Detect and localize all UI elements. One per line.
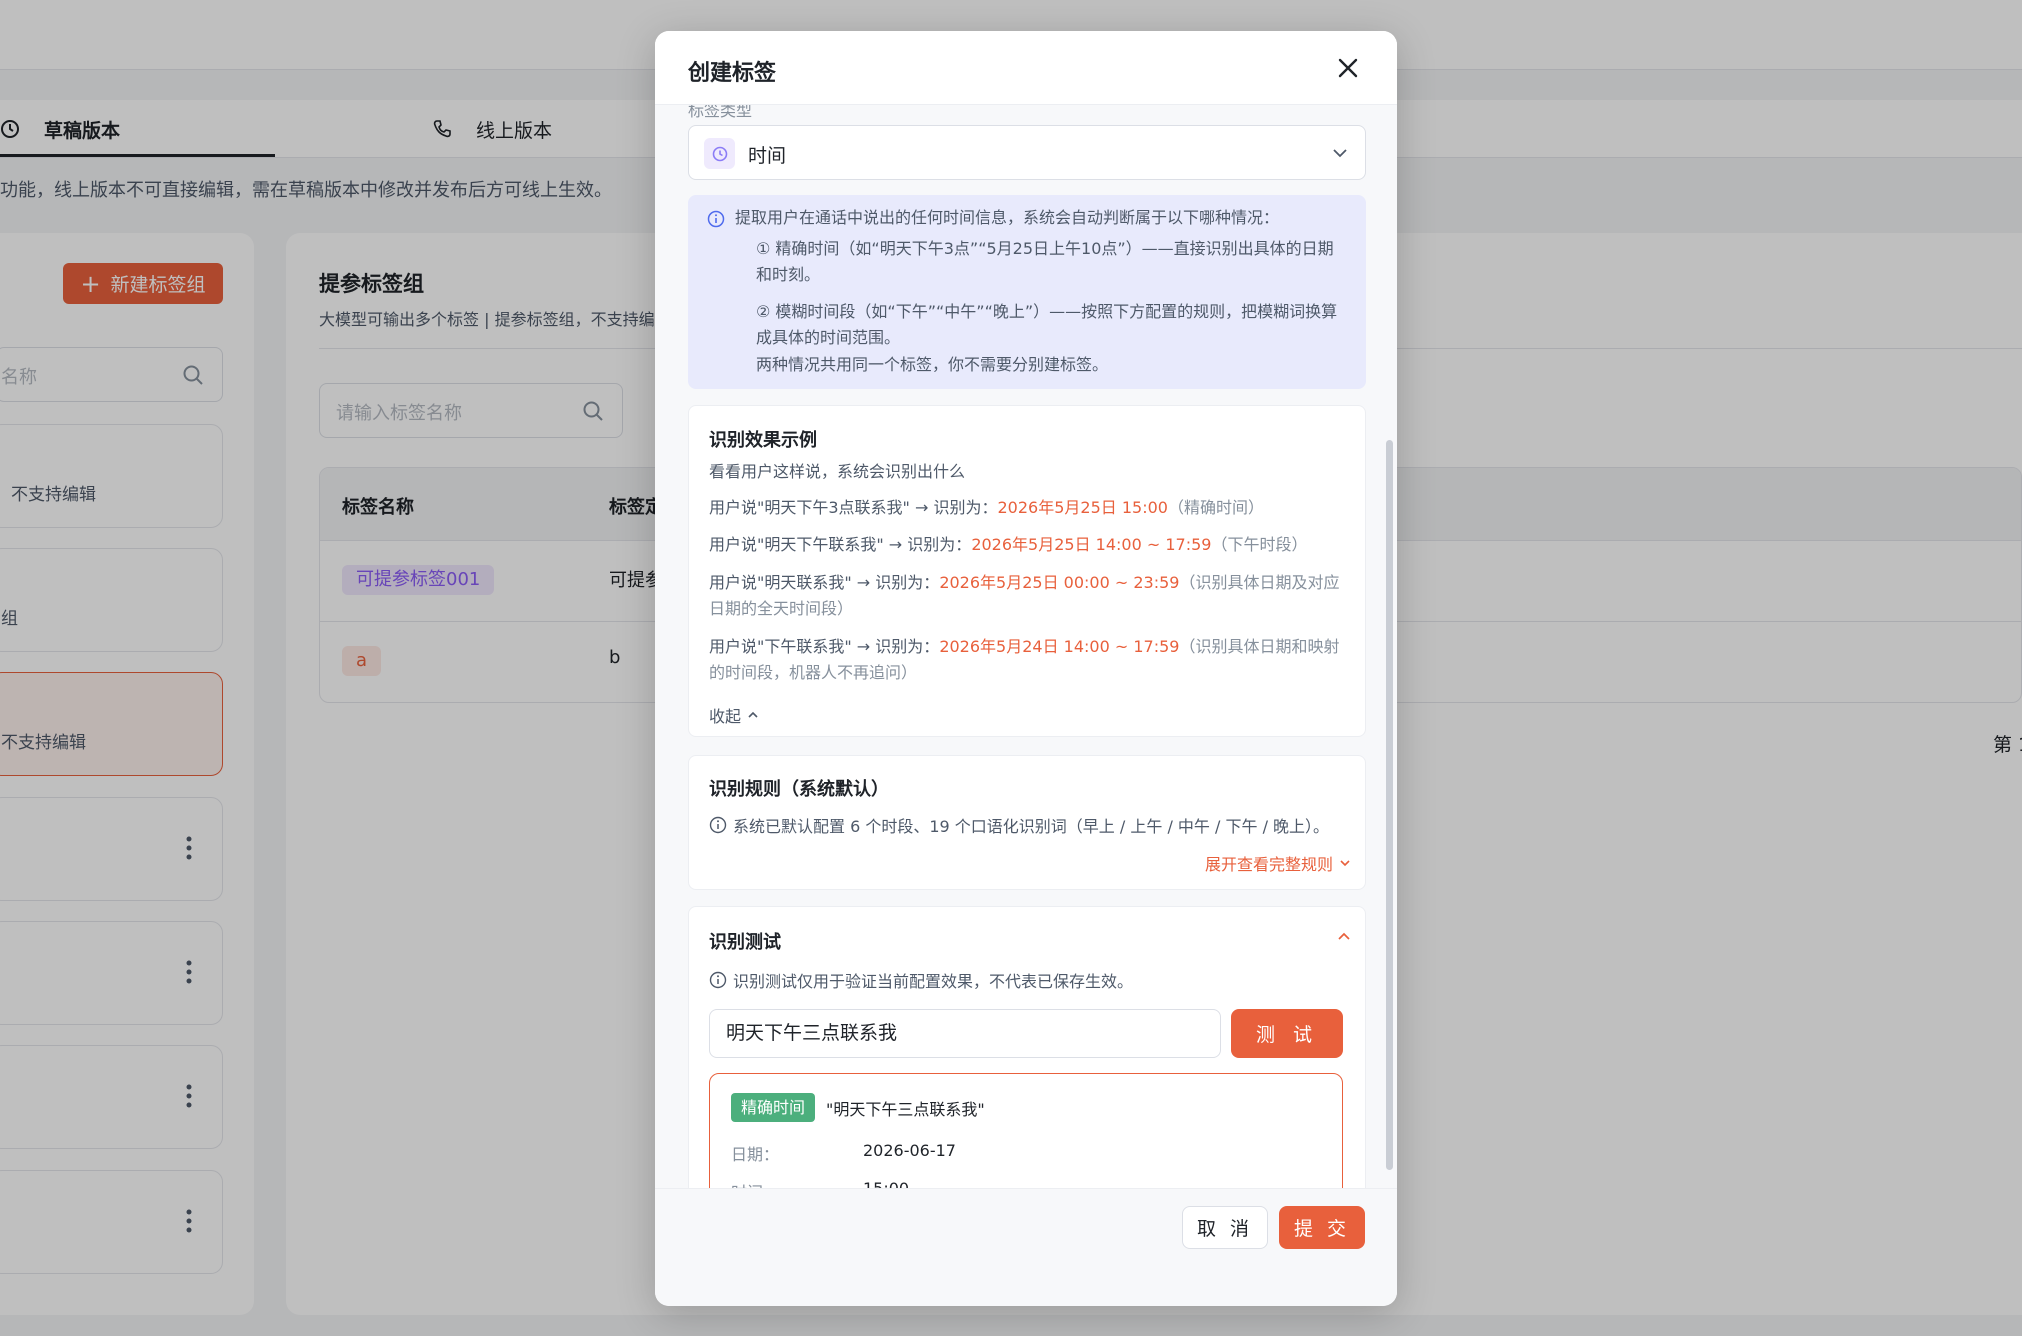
examples-subtitle: 看看用户这样说，系统会识别出什么 [709, 462, 966, 481]
result-type-badge: 精确时间 [731, 1093, 816, 1122]
chevron-up-icon[interactable] [1337, 930, 1351, 944]
example-line: 用户说"明天联系我" → 识别为：2026年5月25日 00:00 ~ 23:5… [709, 573, 1340, 618]
info-box: 提取用户在通话中说出的任何时间信息，系统会自动判断属于以下哪种情况： ① 精确时… [688, 195, 1366, 389]
result-date-value: 2026-06-17 [863, 1141, 956, 1160]
collapse-button[interactable]: 收起 [709, 703, 759, 727]
modal-title: 创建标签 [688, 61, 777, 86]
expand-rules-label: 展开查看完整规则 [1204, 855, 1333, 874]
collapse-label: 收起 [709, 707, 742, 726]
info-line: 两种情况共用同一个标签，你不需要分别建标签。 [756, 355, 1109, 374]
examples-card: 识别效果示例 看看用户这样说，系统会识别出什么 用户说"明天下午3点联系我" →… [688, 405, 1366, 737]
field-label: 标签类型 [688, 105, 753, 120]
info-icon [709, 971, 727, 989]
test-button[interactable]: 测 试 [1231, 1009, 1343, 1058]
info-line: ② 模糊时间段（如“下午”“中午”“晚上”）——按照下方配置的规则，把模糊词换算… [756, 302, 1338, 347]
examples-title: 识别效果示例 [709, 430, 817, 451]
chevron-up-icon [748, 711, 758, 718]
scrollbar[interactable] [1386, 440, 1393, 1170]
test-input[interactable]: 明天下午三点联系我 [709, 1009, 1221, 1058]
info-line: ① 精确时间（如“明天下午3点”“5月25日上午10点”）——直接识别出具体的日… [756, 239, 1334, 284]
cancel-button[interactable]: 取 消 [1182, 1206, 1268, 1249]
chevron-down-icon [1333, 149, 1347, 158]
modal-body[interactable]: 标签类型 时间 提取用户在通话中说出的任何时间信息，系统会自动判断属于以下哪种情… [655, 105, 1397, 1262]
close-icon[interactable] [1335, 55, 1361, 81]
tag-type-select[interactable]: 时间 [688, 125, 1366, 180]
modal-header: 创建标签 [655, 31, 1397, 105]
info-icon [707, 210, 725, 228]
tag-type-value: 时间 [748, 145, 787, 167]
chevron-down-icon [1340, 860, 1350, 867]
create-tag-modal: 创建标签 标签类型 时间 提取用户在通话中说出的任何时间信息，系统会自动判断属于… [655, 31, 1397, 1306]
clock-icon [704, 138, 735, 169]
result-quote: "明天下午三点联系我" [826, 1100, 985, 1119]
rules-card: 识别规则（系统默认） 系统已默认配置 6 个时段、19 个口语化识别词（早上 /… [688, 755, 1366, 890]
expand-rules-button[interactable]: 展开查看完整规则 [1205, 851, 1351, 875]
result-date-label: 日期： [731, 1145, 780, 1164]
modal-footer: 取 消 提 交 [655, 1188, 1397, 1306]
test-hint: 识别测试仅用于验证当前配置效果，不代表已保存生效。 [709, 968, 1133, 992]
submit-button[interactable]: 提 交 [1279, 1206, 1365, 1249]
example-line: 用户说"明天下午3点联系我" → 识别为：2026年5月25日 15:00（精确… [709, 498, 1264, 517]
rules-title: 识别规则（系统默认） [709, 779, 889, 800]
info-icon [709, 816, 727, 834]
test-title: 识别测试 [709, 932, 781, 953]
example-line: 用户说"下午联系我" → 识别为：2026年5月24日 14:00 ~ 17:5… [709, 637, 1340, 682]
example-line: 用户说"明天下午联系我" → 识别为：2026年5月25日 14:00 ~ 17… [709, 535, 1308, 554]
info-line: 提取用户在通话中说出的任何时间信息，系统会自动判断属于以下哪种情况： [735, 208, 1280, 227]
rules-text: 系统已默认配置 6 个时段、19 个口语化识别词（早上 / 上午 / 中午 / … [709, 813, 1329, 837]
